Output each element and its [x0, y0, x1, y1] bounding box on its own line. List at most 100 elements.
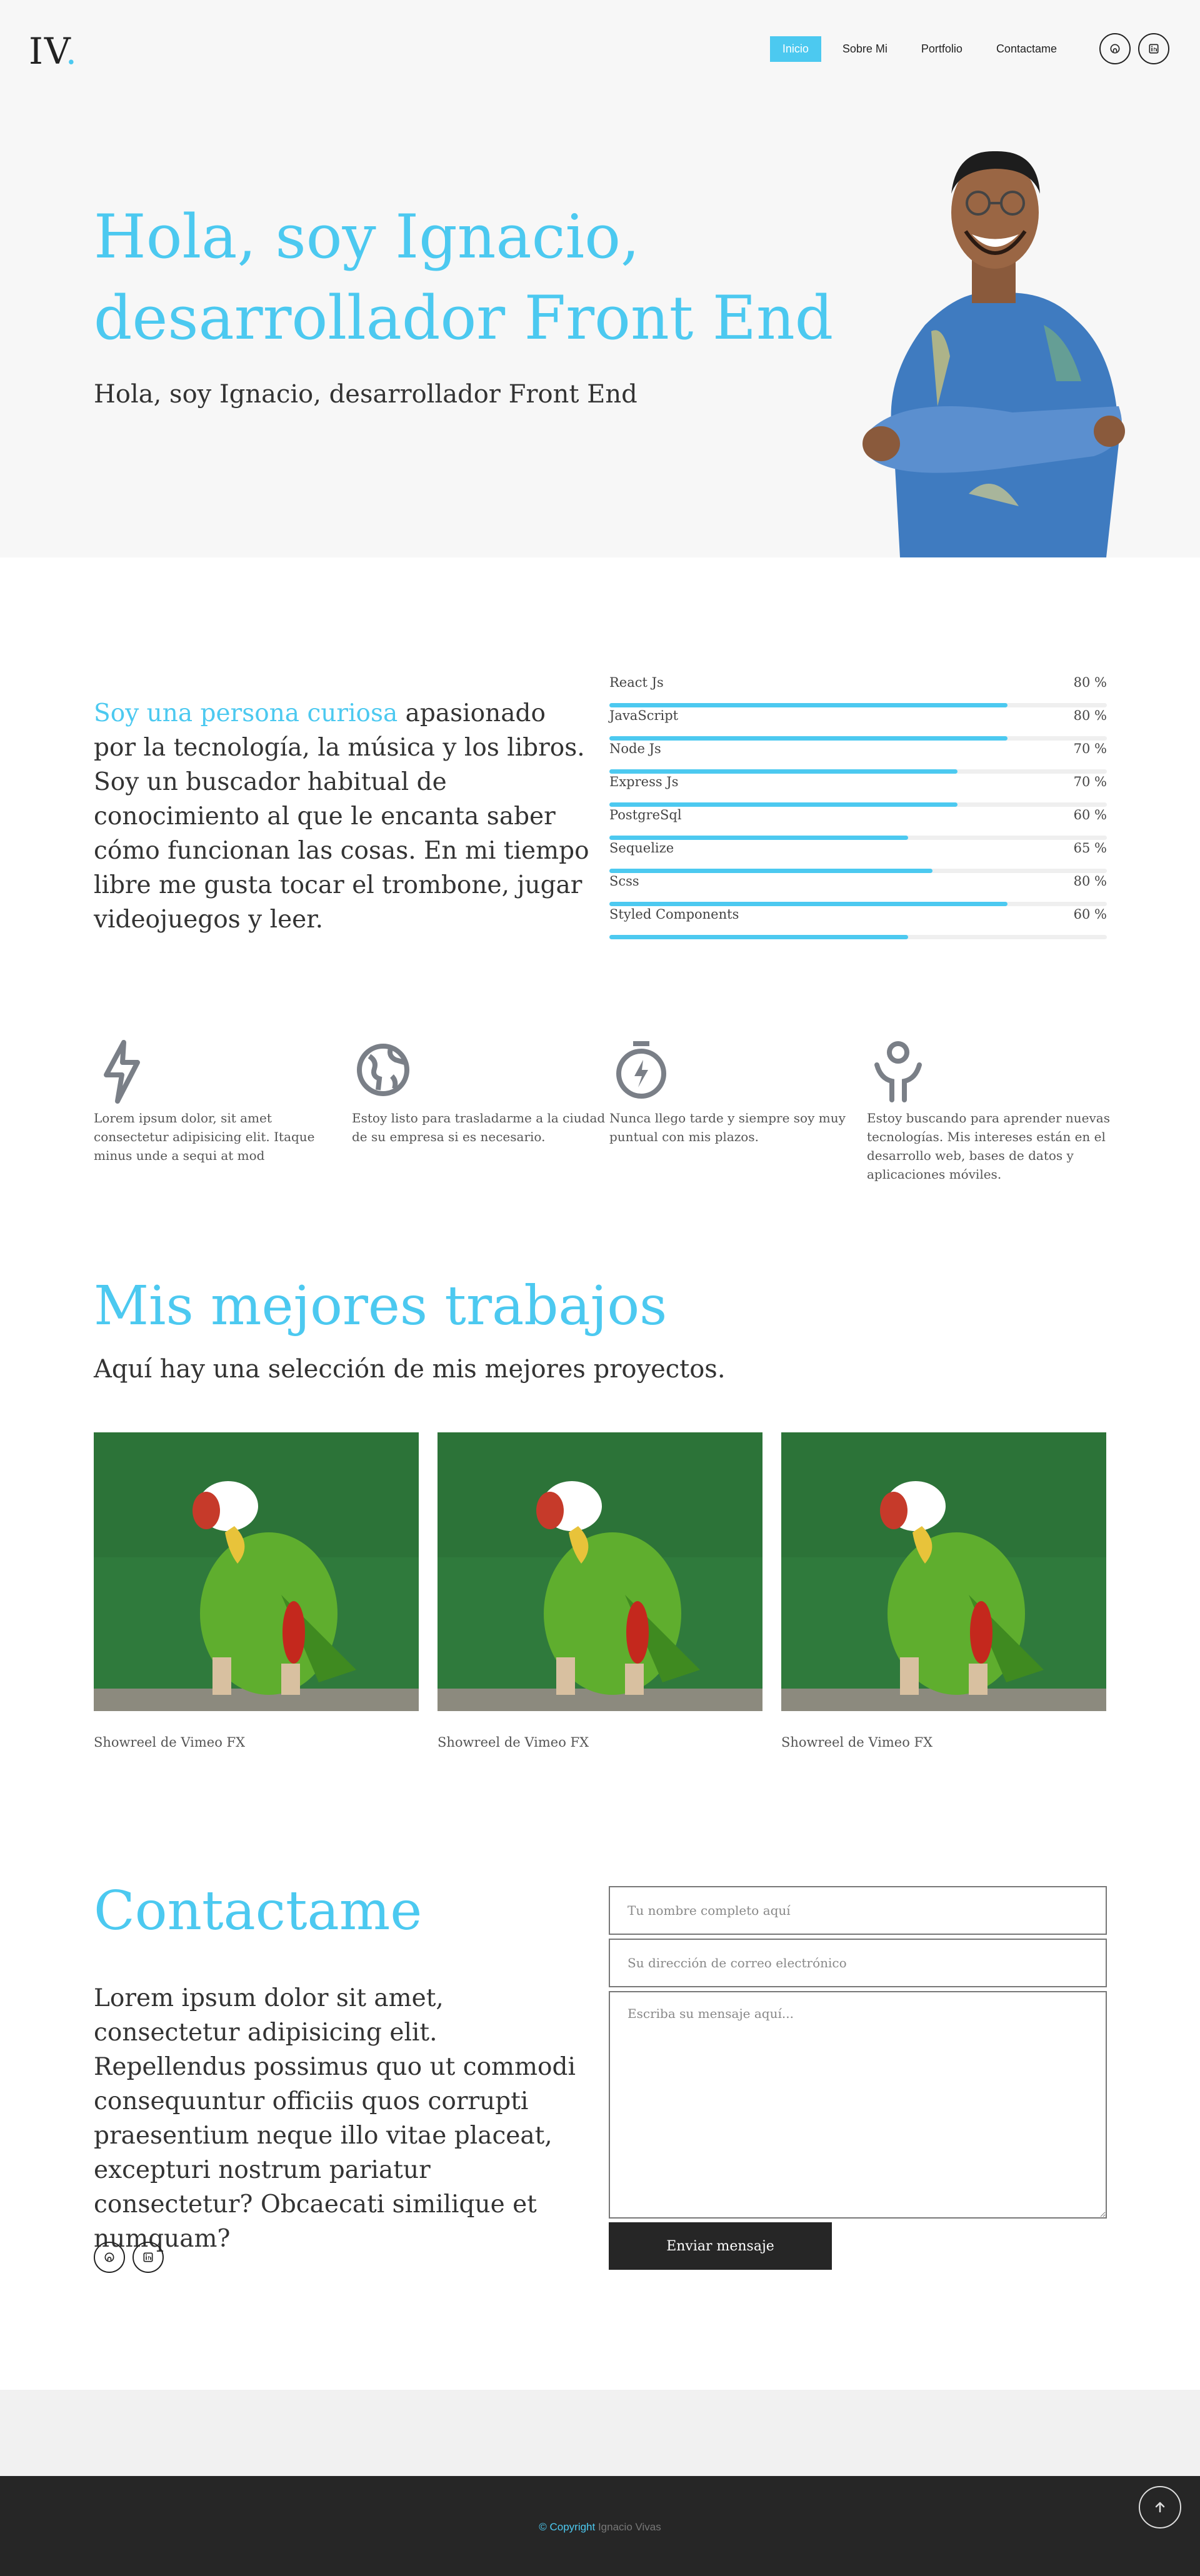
skill-progress-fill — [609, 769, 958, 774]
github-icon — [104, 2252, 114, 2262]
name-field[interactable] — [609, 1886, 1107, 1935]
portfolio-thumbnail[interactable] — [438, 1432, 762, 1711]
github-button[interactable] — [1099, 33, 1131, 64]
skill-row: JavaScript 80 % — [609, 708, 1107, 723]
skill-row: Node Js 70 % — [609, 741, 1107, 756]
email-field[interactable] — [609, 1939, 1107, 1987]
copyright-label: © Copyright — [539, 2521, 596, 2533]
skill-progress-track — [609, 802, 1107, 807]
contact-title: Contactame — [94, 1880, 422, 1942]
footer: © Copyright Ignacio Vivas — [0, 2476, 1200, 2576]
skill-percent: 60 % — [1073, 907, 1107, 922]
skill-progress-fill — [609, 802, 958, 807]
portfolio-caption[interactable]: Showreel de Vimeo FX — [781, 1735, 1106, 1750]
skill-item: Scss 80 % — [609, 874, 1107, 907]
linkedin-button[interactable] — [132, 2242, 164, 2273]
portfolio-thumbnail[interactable] — [781, 1432, 1106, 1711]
skill-row: Sequelize 65 % — [609, 841, 1107, 856]
hero-section: IV. Inicio Sobre Mi Portfolio Contactame… — [0, 0, 1200, 557]
skill-progress-track — [609, 869, 1107, 873]
feature-item: Nunca llego tarde y siempre soy muy punt… — [609, 1037, 866, 1146]
copyright-name: Ignacio Vivas — [595, 2521, 661, 2533]
feature-text: Nunca llego tarde y siempre soy muy punt… — [609, 1111, 846, 1144]
skill-name: Node Js — [609, 741, 661, 756]
skill-percent: 80 % — [1073, 708, 1107, 723]
linkedin-icon — [1149, 44, 1159, 54]
skill-progress-track — [609, 836, 1107, 840]
skill-item: Styled Components 60 % — [609, 907, 1107, 940]
back-to-top-button[interactable] — [1139, 2486, 1181, 2529]
portfolio-thumbnail[interactable] — [94, 1432, 419, 1711]
skill-name: Express Js — [609, 774, 679, 789]
portfolio-caption[interactable]: Showreel de Vimeo FX — [94, 1735, 419, 1750]
skill-name: Scss — [609, 874, 639, 889]
logo[interactable]: IV. — [29, 30, 78, 72]
skill-row: Express Js 70 % — [609, 774, 1107, 789]
portfolio-card[interactable]: Showreel de Vimeo FX — [438, 1432, 762, 1750]
skill-progress-track — [609, 935, 1107, 939]
message-field[interactable] — [609, 1991, 1107, 2219]
nav-contactame[interactable]: Contactame — [984, 36, 1069, 62]
skill-name: Sequelize — [609, 841, 674, 856]
linkedin-icon — [143, 2252, 153, 2262]
skill-name: PostgreSql — [609, 807, 682, 822]
nav-sobre-mi[interactable]: Sobre Mi — [830, 36, 900, 62]
portfolio-caption[interactable]: Showreel de Vimeo FX — [438, 1735, 762, 1750]
skill-row: React Js 80 % — [609, 675, 1107, 690]
stopwatch-icon — [616, 1041, 666, 1099]
contact-social-links — [94, 2242, 171, 2273]
github-button[interactable] — [94, 2242, 125, 2273]
skill-percent: 60 % — [1073, 807, 1107, 822]
main-nav: Inicio Sobre Mi Portfolio Contactame — [761, 33, 1169, 64]
skill-item: Express Js 70 % — [609, 774, 1107, 807]
lightning-icon — [104, 1040, 140, 1104]
about-text: Soy una persona curiosa apasionado por l… — [94, 696, 594, 937]
nav-inicio[interactable]: Inicio — [769, 36, 821, 62]
skill-progress-track — [609, 703, 1107, 707]
skill-item: React Js 80 % — [609, 675, 1107, 708]
skill-name: Styled Components — [609, 907, 739, 922]
skill-percent: 80 % — [1073, 675, 1107, 690]
linkedin-button[interactable] — [1138, 33, 1169, 64]
skill-row: Scss 80 % — [609, 874, 1107, 889]
skill-item: JavaScript 80 % — [609, 708, 1107, 741]
contact-form: Enviar mensaje — [609, 1886, 1107, 2270]
skill-percent: 70 % — [1073, 741, 1107, 756]
nav-portfolio[interactable]: Portfolio — [909, 36, 975, 62]
arrow-up-icon — [1155, 2502, 1165, 2513]
skill-item: PostgreSql 60 % — [609, 807, 1107, 841]
portfolio-card[interactable]: Showreel de Vimeo FX — [781, 1432, 1106, 1750]
feature-text: Lorem ipsum dolor, sit amet consectetur … — [94, 1111, 315, 1163]
github-icon — [1110, 44, 1120, 54]
feature-item: Estoy buscando para aprender nuevas tecn… — [867, 1037, 1123, 1184]
skills-list: React Js 80 % JavaScript 80 % Node Js 70 % Exp… — [609, 675, 1107, 940]
copyright: © Copyright Ignacio Vivas — [0, 2521, 1200, 2534]
send-message-button[interactable]: Enviar mensaje — [609, 2222, 832, 2270]
skill-item: Sequelize 65 % — [609, 841, 1107, 874]
skill-progress-track — [609, 736, 1107, 741]
profile-photo — [862, 151, 1125, 557]
feature-text: Estoy listo para trasladarme a la ciudad… — [352, 1111, 606, 1144]
about-highlight: Soy una persona curiosa — [94, 699, 398, 727]
hero-subtitle: Hola, soy Ignacio, desarrollador Front E… — [94, 380, 638, 409]
logo-text: IV — [29, 30, 66, 72]
contact-text: Lorem ipsum dolor sit amet, consectetur … — [94, 1984, 576, 2253]
skill-progress-fill — [609, 736, 1008, 741]
feature-item: Lorem ipsum dolor, sit amet consectetur … — [94, 1037, 350, 1165]
skill-percent: 65 % — [1073, 841, 1107, 856]
feature-text: Estoy buscando para aprender nuevas tecn… — [867, 1111, 1110, 1182]
skill-progress-track — [609, 902, 1107, 906]
skill-percent: 70 % — [1073, 774, 1107, 789]
about-body: apasionado por la tecnología, la música … — [94, 699, 589, 934]
skill-row: Styled Components 60 % — [609, 907, 1107, 922]
person-idea-icon — [874, 1041, 922, 1102]
portfolio-title: Mis mejores trabajos — [94, 1275, 668, 1337]
skill-progress-fill — [609, 869, 933, 873]
portfolio-subtitle: Aquí hay una selección de mis mejores pr… — [94, 1355, 726, 1384]
portfolio-card[interactable]: Showreel de Vimeo FX — [94, 1432, 419, 1750]
skill-progress-track — [609, 769, 1107, 774]
skill-row: PostgreSql 60 % — [609, 807, 1107, 822]
logo-dot: . — [65, 30, 79, 72]
skill-progress-fill — [609, 703, 1008, 707]
globe-icon — [357, 1044, 409, 1096]
